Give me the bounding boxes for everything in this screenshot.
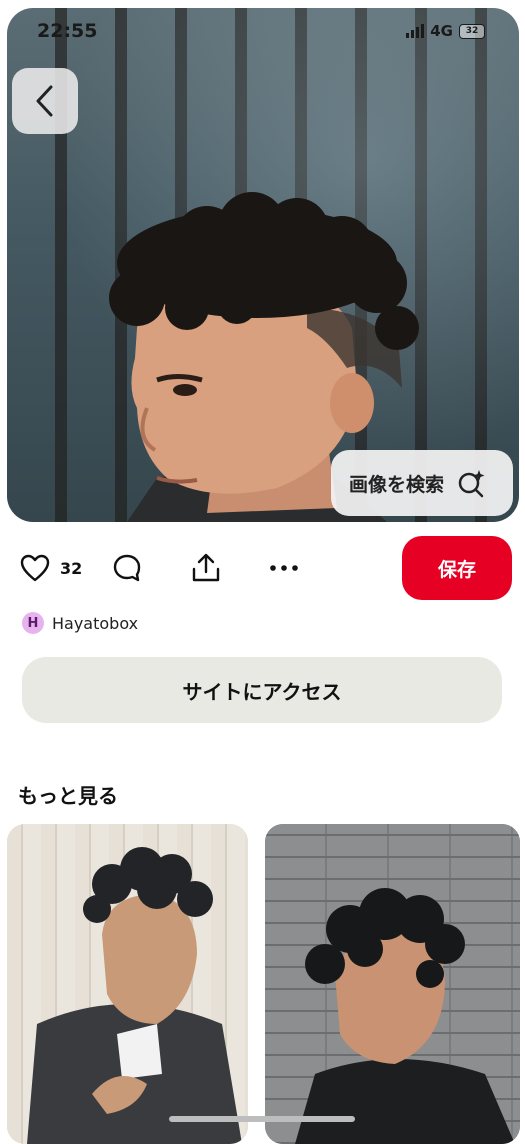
lens-sparkle-icon <box>458 470 485 498</box>
visual-search-label: 画像を検索 <box>349 473 445 496</box>
save-button[interactable]: 保存 <box>402 536 512 600</box>
more-options-button[interactable] <box>268 536 300 600</box>
comment-bubble-icon <box>113 554 141 582</box>
related-pin[interactable] <box>7 824 248 1144</box>
status-time: 22:55 <box>37 20 98 42</box>
pin-image[interactable] <box>7 8 519 522</box>
related-pin[interactable] <box>265 824 520 1144</box>
visual-search-button[interactable]: 画像を検索 <box>331 450 513 516</box>
share-icon <box>192 553 220 582</box>
ellipsis-icon <box>270 565 298 571</box>
home-indicator[interactable] <box>169 1116 355 1122</box>
chevron-left-icon <box>36 85 53 117</box>
author-avatar: H <box>22 612 44 634</box>
battery-icon: 32 <box>459 23 485 39</box>
back-button[interactable] <box>12 68 78 134</box>
action-bar: 32 保存 <box>0 536 525 600</box>
more-section-title: もっと見る <box>18 784 118 808</box>
visit-site-button[interactable]: サイトにアクセス <box>22 657 502 723</box>
related-pin-image <box>295 888 515 1144</box>
pin-author[interactable]: H Hayatobox <box>22 612 138 634</box>
signal-icon <box>406 24 425 38</box>
heart-icon <box>20 554 50 582</box>
author-name: Hayatobox <box>52 613 139 633</box>
related-pin-image <box>27 847 242 1144</box>
battery-level: 32 <box>465 25 479 36</box>
network-type: 4G <box>430 22 453 40</box>
comment-button[interactable] <box>112 536 142 600</box>
man-portrait-illustration <box>109 192 419 522</box>
status-bar: 22:55 4G 32 <box>0 18 525 46</box>
like-button[interactable]: 32 <box>20 536 82 600</box>
share-button[interactable] <box>190 536 222 600</box>
like-count: 32 <box>60 558 83 578</box>
